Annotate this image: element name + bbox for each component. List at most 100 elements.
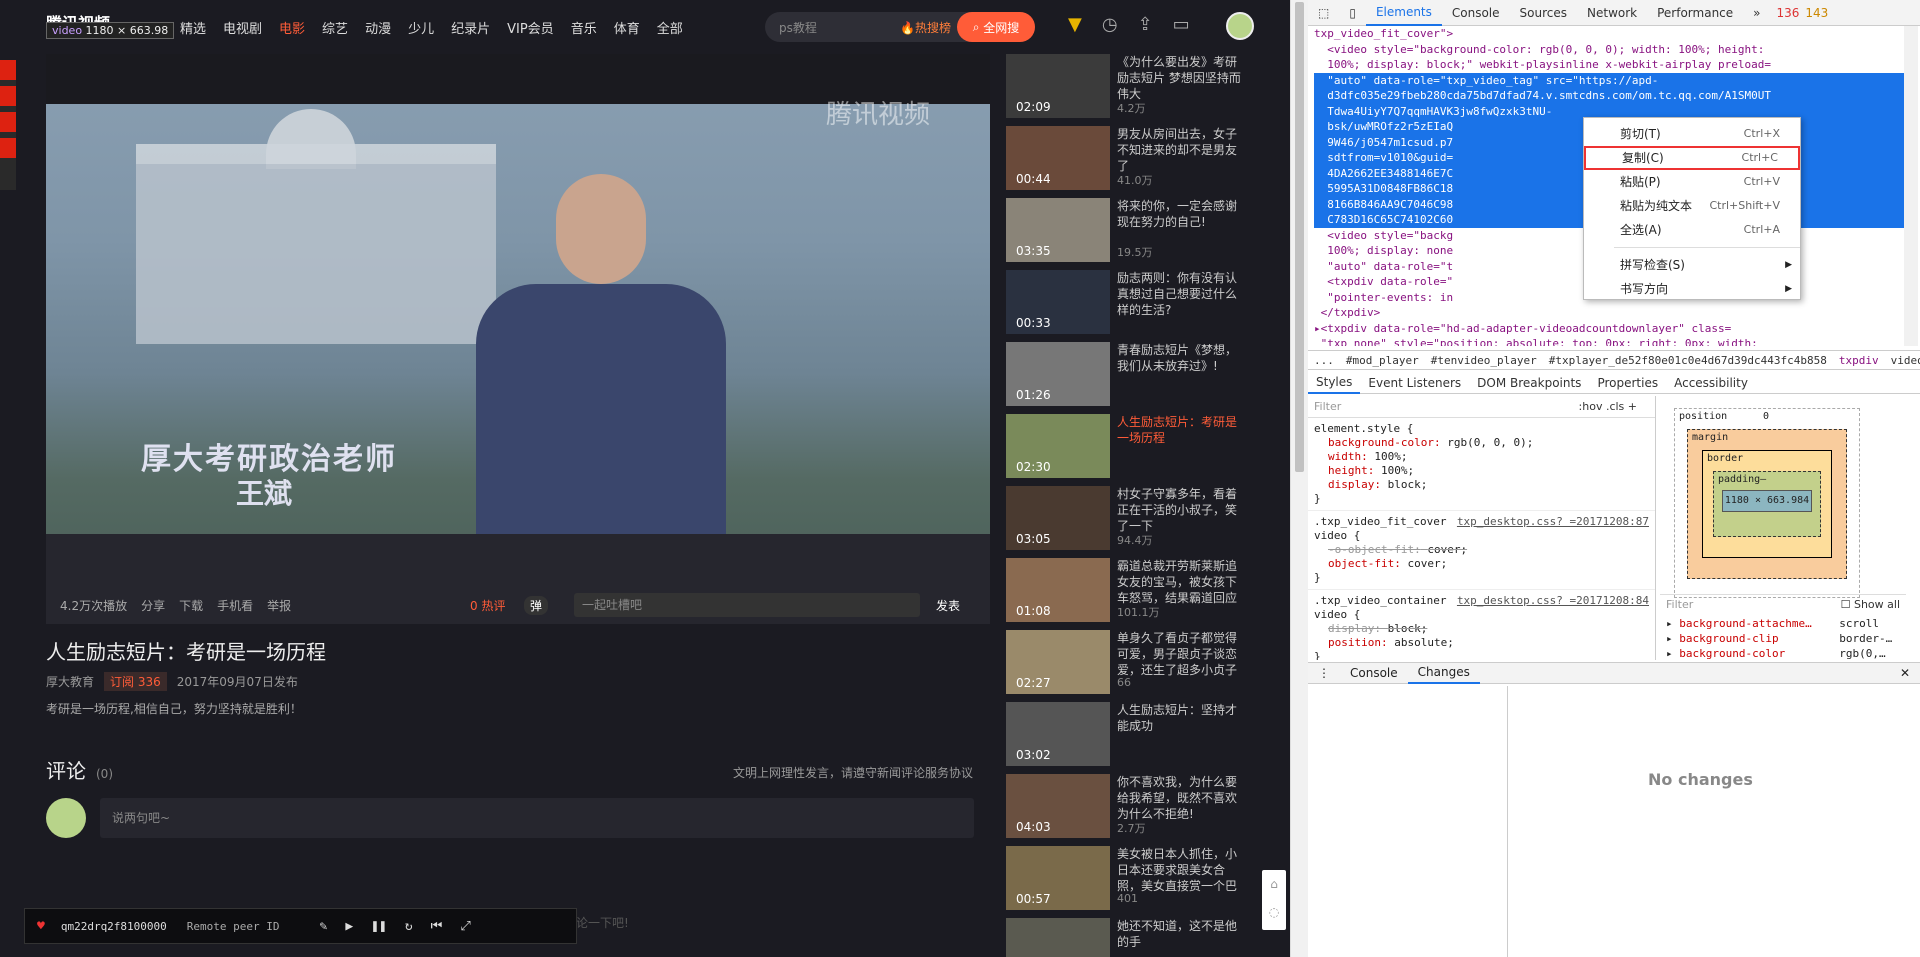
style-property[interactable]: display: block; [1314,478,1649,492]
list-item[interactable]: 01:08 霸道总裁开劳斯莱斯追女友的宝马，被女孩下车怒骂，结果霸道回应 101.1… [1006,558,1246,630]
computed-prop[interactable]: ▸ background-clip border-… [1666,631,1906,646]
comment-policy-note[interactable]: 文明上网理性发言，请遵守新闻评论服务协议 [733,764,973,781]
context-menu-item-2[interactable]: 粘贴(P) Ctrl+V [1584,170,1800,194]
video-thumbnail[interactable]: 01:26 [1006,342,1110,406]
code-line[interactable]: txp_video_fit_cover"> [1314,26,1908,42]
breadcrumb-item[interactable]: ... [1314,354,1334,367]
video-item-title[interactable]: 霸道总裁开劳斯莱斯追女友的宝马，被女孩下车怒骂，结果霸道回应 [1117,558,1245,606]
expand-arrow-icon[interactable]: ▸ [1666,647,1679,660]
expand-arrow-icon[interactable]: ▸ [1666,617,1679,630]
context-menu-item-5[interactable]: 拼写检查(S) ▶ [1584,253,1800,277]
show-all-checkbox[interactable]: ☐ Show all [1841,598,1900,611]
danmu-input[interactable]: 一起吐槽吧 [574,593,920,617]
subtab-1[interactable]: Event Listeners [1360,376,1469,390]
refresh-icon[interactable]: ↻ [405,919,413,934]
list-item[interactable]: 03:35 将来的你，一定会感谢现在努力的自己! 19.5万 [1006,198,1246,270]
left-side-strip[interactable] [0,60,16,190]
channel-name[interactable]: 厚大教育 [46,673,94,690]
style-property[interactable]: height: 100%; [1314,464,1649,478]
nav-item-8[interactable]: 音乐 [571,18,597,37]
subtab-0[interactable]: Styles [1308,372,1361,394]
video-item-title[interactable]: 青春励志短片《梦想，我们从未放弃过》! [1117,342,1245,374]
devtools-tab-4[interactable]: Performance [1647,6,1743,20]
code-line[interactable]: "auto" data-role="txp_video_tag" src="ht… [1314,72,1908,88]
video-item-title[interactable]: 将来的你，一定会感谢现在努力的自己! [1117,198,1245,230]
devtools-tab-3[interactable]: Network [1577,6,1647,20]
list-item[interactable]: 04:03 你不喜欢我，为什么要给我希望，既然不喜欢为什么不拒绝! 2.7万 [1006,774,1246,846]
hot-search-link[interactable]: 🔥热搜榜 [900,19,951,36]
list-item[interactable]: 03:05 村女子守寡多年，看着正在干活的小叔子，笑了一下 94.4万 [1006,486,1246,558]
video-item-title[interactable]: 男友从房间出去，女子不知进来的却不是男友了 [1117,126,1245,174]
style-property[interactable]: display: block; [1314,622,1649,636]
pause-icon[interactable]: ❚❚ [371,919,387,934]
context-menu-item-6[interactable]: 书写方向 ▶ [1584,277,1800,301]
download-button[interactable]: 下载 [179,597,203,614]
rule-source-link[interactable]: txp_desktop.css? =20171208:87 [1457,515,1649,529]
video-thumbnail[interactable] [1006,918,1110,957]
breadcrumb-item[interactable]: #mod_player [1346,354,1419,367]
code-line[interactable]: </txpdiv> [1314,305,1908,321]
nav-item-3[interactable]: 综艺 [322,18,348,37]
subscribe-button[interactable]: 订阅 336 [104,672,167,691]
history-icon[interactable]: ◷ [1102,14,1118,35]
list-item[interactable]: 她还不知道，这不是他的手 [1006,918,1246,957]
computed-prop[interactable]: ▸ background-attachme… scroll [1666,616,1906,631]
subtab-2[interactable]: DOM Breakpoints [1469,376,1589,390]
computed-prop[interactable]: ▸ background-color rgb(0,… [1666,646,1906,661]
list-item[interactable]: 02:27 单身久了看贞子都觉得可爱，男子跟贞子谈恋爱，还生了超多小贞子 66 [1006,630,1246,702]
video-item-title[interactable]: 励志两则：你有没有认真想过自己想要过什么样的生活? [1117,270,1245,318]
video-thumbnail[interactable]: 02:30 [1006,414,1110,478]
nav-item-6[interactable]: 纪录片 [451,18,490,37]
heart-icon[interactable]: ♥ [37,919,45,934]
video-thumbnail[interactable]: 01:08 [1006,558,1110,622]
video-item-title[interactable]: 人生励志短片：坚持才能成功 [1117,702,1245,734]
more-tabs-icon[interactable]: » [1743,6,1770,20]
video-thumbnail[interactable]: 00:33 [1006,270,1110,334]
video-item-title[interactable]: 人生励志短片：考研是一场历程 [1117,414,1245,446]
video-thumbnail[interactable]: 03:05 [1006,486,1110,550]
video-thumbnail[interactable]: 03:35 [1006,198,1110,262]
warning-count[interactable]: 143 [1805,6,1828,20]
styles-filter-input[interactable]: Filter [1314,400,1341,413]
breadcrumb-item[interactable]: #txplayer_de52f80e01c0e4d67d39dc443fc4b8… [1549,354,1827,367]
code-line[interactable]: <video style="background-color: rgb(0, 0… [1314,42,1908,58]
right-float-tools[interactable]: ⌂ ◌ [1262,870,1286,930]
nav-item-7[interactable]: VIP会员 [507,18,554,37]
rule-source-link[interactable]: txp_desktop.css? =20171208:84 [1457,594,1649,608]
comment-input[interactable]: 说两句吧~ [100,798,974,838]
style-property[interactable]: position: absolute; [1314,636,1649,650]
list-item[interactable]: 03:02 人生励志短片：坚持才能成功 [1006,702,1246,774]
play-icon[interactable]: ▶ [345,919,353,934]
video-thumbnail[interactable]: 02:27 [1006,630,1110,694]
drawer-tab-1[interactable]: Changes [1407,662,1480,684]
list-item[interactable]: 00:44 男友从房间出去，女子不知进来的却不是男友了 41.0万 [1006,126,1246,198]
subtab-3[interactable]: Properties [1589,376,1666,390]
vip-icon[interactable]: ▼ [1068,14,1082,35]
send-danmu-button[interactable]: 发表 [936,597,960,614]
context-menu-item-3[interactable]: 粘贴为纯文本 Ctrl+Shift+V [1584,194,1800,218]
share-button[interactable]: 分享 [141,597,165,614]
video-thumbnail[interactable]: 02:09 [1006,54,1110,118]
list-item[interactable]: 02:09 《为什么要出发》考研励志短片 梦想因坚持而伟大 4.2万 [1006,54,1246,126]
code-line[interactable]: d3dfc035e29fbeb280cda75bd7dfad74.v.smtcd… [1314,88,1908,104]
computed-filter[interactable]: Filter ☐ Show all [1660,594,1906,614]
drawer-close-icon[interactable]: ✕ [1900,666,1910,680]
list-item[interactable]: 01:26 青春励志短片《梦想，我们从未放弃过》! [1006,342,1246,414]
video-thumbnail[interactable]: 00:44 [1006,126,1110,190]
devtools-tab-1[interactable]: Console [1442,6,1510,20]
context-menu-item-1[interactable]: 复制(C) Ctrl+C [1584,146,1800,170]
nav-item-10[interactable]: 全部 [657,18,683,37]
hot-comments[interactable]: 0 热评 [470,597,505,614]
devtools-tab-0[interactable]: Elements [1365,0,1442,26]
style-property[interactable]: object-fit: cover; [1314,557,1649,571]
drawer-menu-icon[interactable]: ⋮ [1308,666,1340,680]
skip-back-icon[interactable]: ⏮ [431,919,443,934]
list-item[interactable]: 00:33 励志两则：你有没有认真想过自己想要过什么样的生活? [1006,270,1246,342]
report-button[interactable]: 举报 [267,597,291,614]
upload-icon[interactable]: ⇪ [1138,14,1153,35]
list-item[interactable]: 00:57 美女被日本人抓住，小日本还要求跟美女合照，美女直接赏一个巴 401 [1006,846,1246,918]
styles-filter-options[interactable]: :hov .cls + [1579,400,1637,414]
nav-item-4[interactable]: 动漫 [365,18,391,37]
context-menu-item-4[interactable]: 全选(A) Ctrl+A [1584,218,1800,242]
elements-scrollbar[interactable] [1904,26,1918,346]
